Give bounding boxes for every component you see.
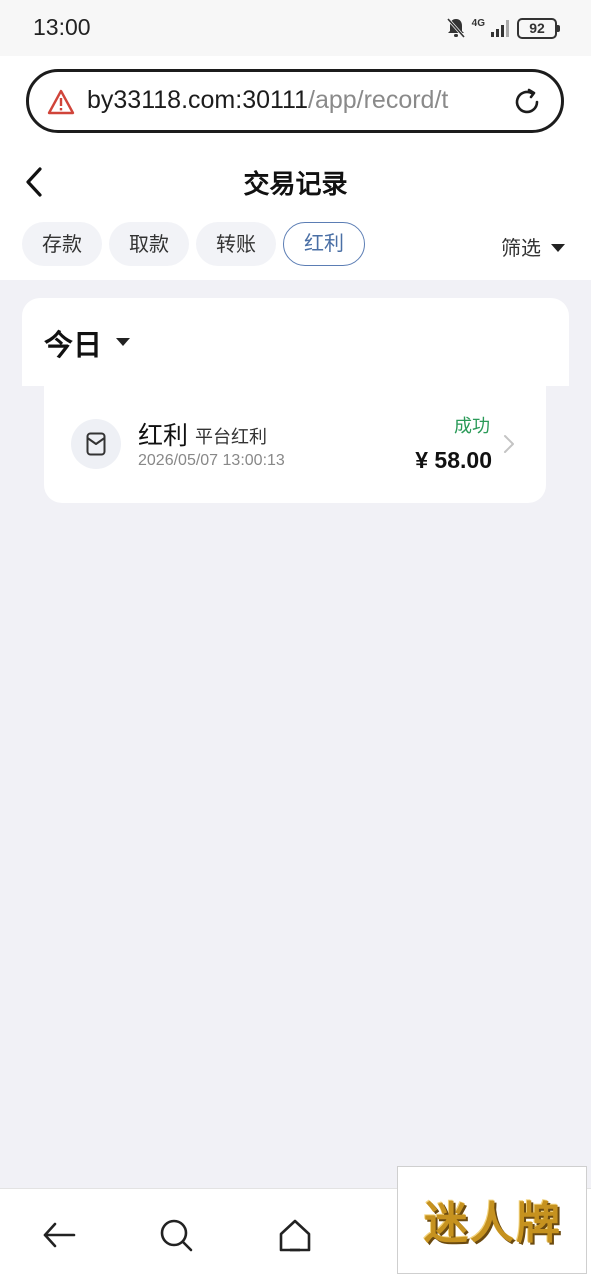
status-time: 13:00 xyxy=(33,14,91,40)
signal-icon xyxy=(491,20,509,37)
url-host: by33118.com:30111 xyxy=(87,86,308,114)
list-item[interactable]: 红利 平台红利 2026/05/07 13:00:13 成功 ¥ 58.00 xyxy=(44,386,546,503)
tab-withdraw[interactable]: 取款 xyxy=(109,222,189,266)
bell-muted-icon xyxy=(446,18,465,38)
warning-icon[interactable] xyxy=(47,89,75,115)
bonus-envelope-icon xyxy=(86,432,106,456)
status-bar: 13:00 4G 92 xyxy=(0,0,591,56)
watermark-text: 迷人牌 xyxy=(424,1198,562,1249)
record-type: 红利 xyxy=(138,421,189,450)
battery-indicator: 92 xyxy=(517,17,560,39)
record-amount: ¥ 58.00 xyxy=(415,447,492,473)
record-type-tabs: 存款 取款 转账 红利 xyxy=(22,222,365,266)
network-type: 4G xyxy=(471,17,485,29)
filter-label: 筛选 xyxy=(501,236,541,260)
chevron-right-icon xyxy=(504,435,514,453)
tab-transfer[interactable]: 转账 xyxy=(196,222,276,266)
reload-icon[interactable] xyxy=(511,86,543,118)
caret-down-icon[interactable] xyxy=(116,338,130,346)
day-section-header: 今日 xyxy=(22,298,569,386)
record-timestamp: 2026/05/07 13:00:13 xyxy=(138,452,285,469)
page-title: 交易记录 xyxy=(243,170,348,200)
caret-down-icon xyxy=(551,244,565,252)
browser-toolbar: by33118.com:30111/app/record/t xyxy=(0,56,591,150)
tab-bonus[interactable]: 红利 xyxy=(283,222,365,266)
search-icon[interactable] xyxy=(158,1217,194,1253)
page-header: 交易记录 存款 取款 转账 红利 筛选 xyxy=(0,150,591,280)
back-arrow-icon[interactable] xyxy=(41,1217,77,1253)
url-text[interactable]: by33118.com:30111/app/record/t xyxy=(87,86,487,115)
tab-deposit[interactable]: 存款 xyxy=(22,222,102,266)
record-subtitle: 平台红利 xyxy=(195,427,267,448)
record-icon-badge xyxy=(71,419,121,469)
status-badge: 成功 xyxy=(454,416,490,437)
filter-button[interactable]: 筛选 xyxy=(501,232,565,261)
home-icon[interactable] xyxy=(277,1217,313,1253)
status-icons: 4G 92 xyxy=(446,14,560,42)
day-label[interactable]: 今日 xyxy=(44,322,102,364)
url-path: /app/record/t xyxy=(308,86,449,114)
watermark-logo: 迷人牌 xyxy=(397,1166,587,1274)
url-bar[interactable]: by33118.com:30111/app/record/t xyxy=(26,69,564,133)
